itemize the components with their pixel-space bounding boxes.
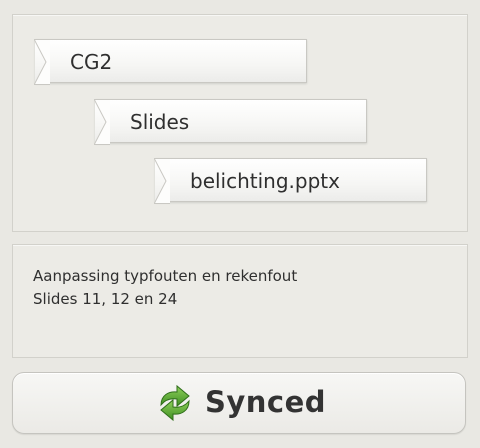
- breadcrumb-item-label: Slides: [130, 110, 190, 134]
- breadcrumb-notch: [94, 99, 110, 145]
- commit-message-line: Aanpassing typfouten en rekenfout: [33, 267, 298, 285]
- breadcrumb-item-label: belichting.pptx: [190, 169, 340, 193]
- breadcrumb-item-label: CG2: [70, 50, 113, 74]
- sync-arrows-icon: [160, 384, 190, 422]
- breadcrumb-notch: [34, 39, 50, 85]
- sync-status-label: Synced: [205, 385, 327, 419]
- breadcrumb-notch: [154, 158, 170, 204]
- commit-message-line: Slides 11, 12 en 24: [33, 290, 178, 308]
- file-path-panel: CG2 Slides belichting.pptx: [12, 14, 468, 232]
- breadcrumb-item-slides[interactable]: Slides: [94, 99, 367, 145]
- sync-button[interactable]: Synced: [12, 372, 466, 434]
- commit-message-panel: Aanpassing typfouten en rekenfout Slides…: [12, 244, 468, 358]
- breadcrumb-item-file[interactable]: belichting.pptx: [154, 158, 427, 204]
- breadcrumb-item-cg2[interactable]: CG2: [34, 39, 307, 85]
